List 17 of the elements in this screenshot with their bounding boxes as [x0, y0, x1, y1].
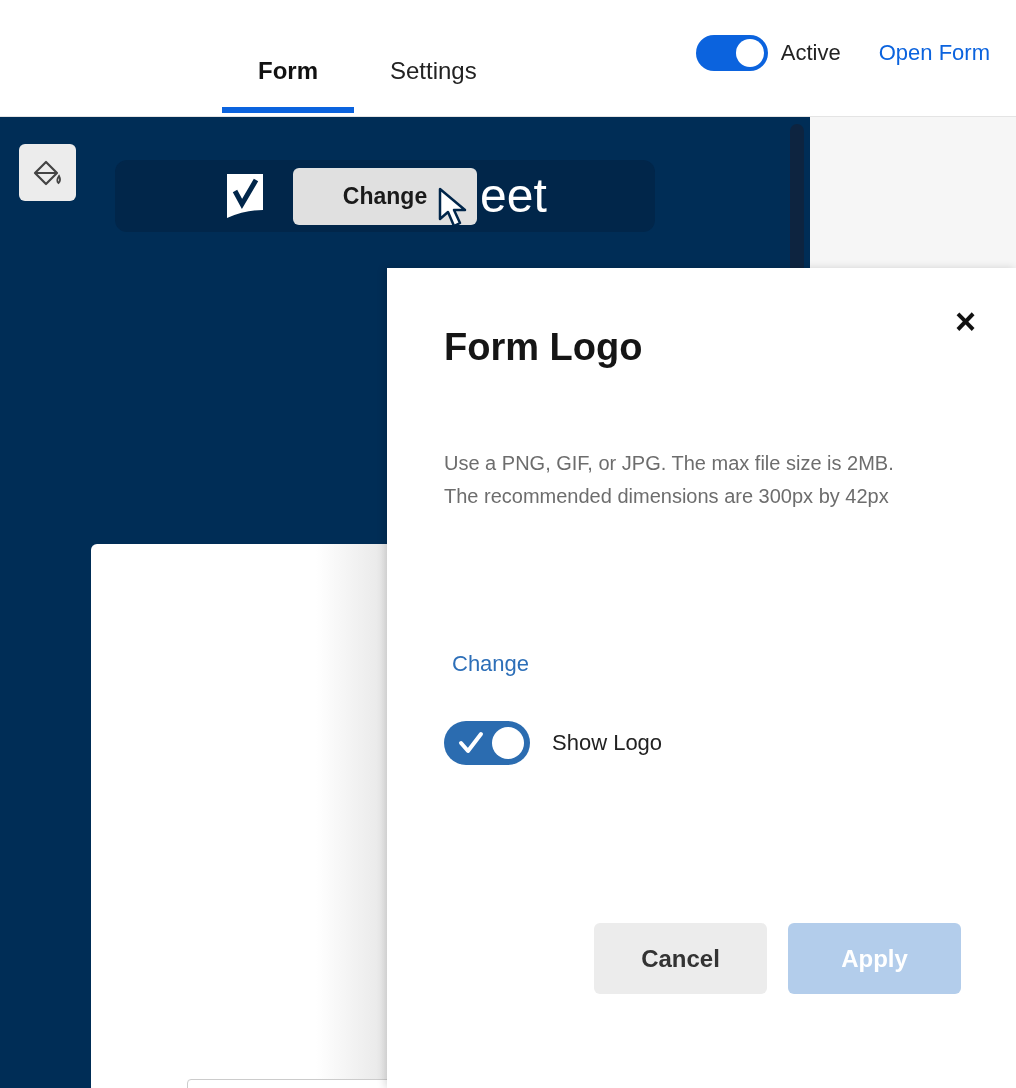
dialog-title: Form Logo	[444, 326, 644, 369]
description-text: Use a PNG, GIF, or JPG. The max file size is 2MB. The recommended dimensions are 300px by 42px	[444, 451, 895, 509]
tab[interactable]: Settings	[354, 34, 513, 113]
change-link[interactable]: Change	[452, 651, 530, 677]
toggle-switch[interactable]	[444, 721, 530, 765]
cancel-button[interactable]: Cancel	[594, 923, 767, 994]
check-icon	[458, 731, 484, 755]
toggle-switch[interactable]	[695, 35, 768, 71]
close-button[interactable]: ×	[950, 304, 980, 340]
toggle-label: Active	[780, 40, 841, 66]
logo-text: eet	[480, 172, 547, 220]
open-form-link[interactable]: Open Form	[878, 40, 990, 66]
paint-bucket-button[interactable]	[19, 144, 76, 201]
change-button[interactable]: Change	[293, 168, 477, 225]
checkmark-logo-icon	[227, 174, 263, 218]
toggle-label: Show Logo	[552, 730, 663, 756]
paint-bucket-icon	[32, 158, 63, 187]
